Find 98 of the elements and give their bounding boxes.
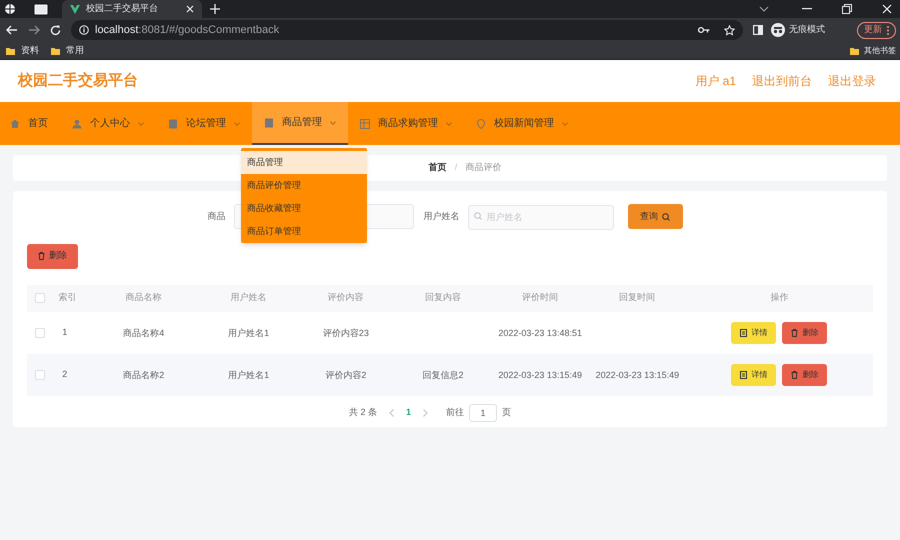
bookmark[interactable]: 资料	[6, 44, 39, 58]
grid-icon	[360, 118, 370, 128]
nav-item[interactable]: 论坛管理	[156, 102, 252, 145]
bookmark[interactable]: 其他书签	[850, 44, 896, 56]
page-suffix: 页	[502, 406, 512, 419]
plus-icon[interactable]	[210, 4, 220, 14]
pagination-total: 共 2 条	[348, 406, 377, 419]
chevron-down-icon	[234, 122, 240, 126]
globe-icon[interactable]	[4, 3, 16, 15]
table-cell: 2022-03-23 13:15:49	[498, 370, 582, 380]
nav-item[interactable]: 个人中心	[60, 102, 156, 145]
nav-item[interactable]: 商品管理	[252, 102, 348, 145]
site-title: 校园二手交易平台	[18, 70, 138, 91]
home-icon	[10, 118, 20, 128]
field-label: 商品	[208, 210, 226, 223]
table-cell: 评价内容2	[325, 370, 366, 380]
field-label: 用户姓名	[424, 210, 460, 223]
star-icon	[724, 24, 735, 36]
browser-tab[interactable]: 校园二手交易平台	[62, 0, 202, 18]
column-header: 用户姓名	[230, 292, 267, 302]
forward-arrow-icon[interactable]	[28, 25, 40, 35]
details-button[interactable]: 详情	[731, 322, 776, 344]
location-pin-icon	[476, 118, 486, 128]
incognito-label: 无痕模式	[789, 23, 825, 36]
delete-button[interactable]: 删除	[27, 244, 78, 268]
reload-icon[interactable]	[50, 24, 61, 36]
goto-label: 前往	[446, 406, 464, 419]
column-header: 回复时间	[619, 292, 656, 302]
back-arrow-icon[interactable]	[6, 25, 18, 35]
breadcrumb-item[interactable]: 首页	[428, 161, 447, 175]
window-icon[interactable]	[34, 4, 48, 14]
table-cell: 2	[62, 368, 68, 379]
chevron-down-icon	[138, 122, 144, 126]
table-cell: 用户姓名1	[228, 328, 270, 338]
breadcrumb-separator: /	[454, 161, 458, 174]
search-button[interactable]: 查询	[628, 204, 682, 230]
folder-icon	[850, 46, 859, 54]
dropdown-item[interactable]: 商品管理	[241, 151, 367, 174]
trash-icon	[38, 252, 45, 260]
delete-button[interactable]: 删除	[782, 364, 828, 386]
table-cell: 评价内容23	[322, 328, 369, 338]
sidebar-icon[interactable]	[753, 25, 763, 35]
address-bar[interactable]: localhost:8081/#/goodsCommentback	[71, 20, 743, 40]
tab-title: 校园二手交易平台	[86, 2, 158, 16]
column-header: 操作	[770, 292, 788, 302]
incognito-icon	[771, 23, 785, 37]
document-icon	[740, 370, 748, 378]
dropdown-item[interactable]: 商品评价管理	[241, 174, 367, 197]
table-cell: 2022-03-23 13:15:49	[596, 370, 680, 380]
close-icon[interactable]	[186, 5, 194, 13]
checkbox[interactable]	[34, 328, 45, 338]
key-icon	[698, 26, 710, 34]
column-header: 评价内容	[328, 292, 364, 302]
chevron-down-icon	[446, 122, 452, 126]
info-icon	[79, 25, 89, 35]
minimize-icon[interactable]	[802, 8, 812, 10]
table-cell: 商品名称4	[123, 328, 164, 338]
document-icon	[168, 118, 178, 128]
dropdown-item[interactable]: 商品订单管理	[241, 220, 367, 243]
table-cell: 回复信息2	[422, 370, 464, 380]
table-cell: 用户姓名1	[228, 370, 270, 380]
delete-button[interactable]: 删除	[782, 322, 828, 344]
column-header: 回复内容	[424, 292, 461, 302]
search-field[interactable]: 用户姓名	[468, 204, 614, 230]
column-header: 索引	[58, 292, 76, 302]
chevron-down-icon[interactable]	[759, 6, 769, 12]
folder-icon	[51, 46, 60, 54]
chevron-down-icon	[330, 120, 336, 124]
page-input[interactable]: 1	[469, 404, 498, 422]
folder-icon	[6, 46, 15, 54]
page-number[interactable]: 1	[406, 406, 412, 420]
document-icon	[740, 328, 748, 336]
column-header: 商品名称	[126, 292, 162, 302]
nav-item[interactable]: 商品求购管理	[348, 102, 464, 145]
table-cell: 商品名称2	[123, 370, 164, 380]
dropdown-item[interactable]: 商品收藏管理	[241, 197, 367, 220]
update-button[interactable]: 更新	[857, 22, 896, 38]
close-icon[interactable]	[882, 4, 892, 14]
trash-icon	[791, 370, 798, 378]
bookmark[interactable]: 常用	[51, 44, 84, 58]
nav-item[interactable]: 校园新闻管理	[464, 102, 580, 145]
restore-icon[interactable]	[842, 4, 852, 14]
trash-icon	[791, 328, 798, 336]
column-header: 评价时间	[522, 292, 558, 302]
search-icon	[662, 212, 670, 221]
details-button[interactable]: 详情	[731, 364, 776, 386]
vue-logo-icon	[70, 4, 80, 14]
chevron-down-icon	[562, 122, 568, 126]
search-icon	[474, 212, 482, 220]
checkbox[interactable]	[34, 370, 45, 380]
nav-item[interactable]: 首页	[10, 102, 60, 145]
breadcrumb-item: 商品评价	[465, 161, 502, 174]
table-cell: 2022-03-23 13:48:51	[498, 328, 582, 338]
document-icon	[264, 118, 274, 128]
person-icon	[72, 118, 82, 128]
url-text: localhost:8081/#/goodsCommentback	[95, 22, 280, 38]
checkbox[interactable]	[34, 293, 45, 303]
table-cell: 1	[62, 326, 68, 337]
